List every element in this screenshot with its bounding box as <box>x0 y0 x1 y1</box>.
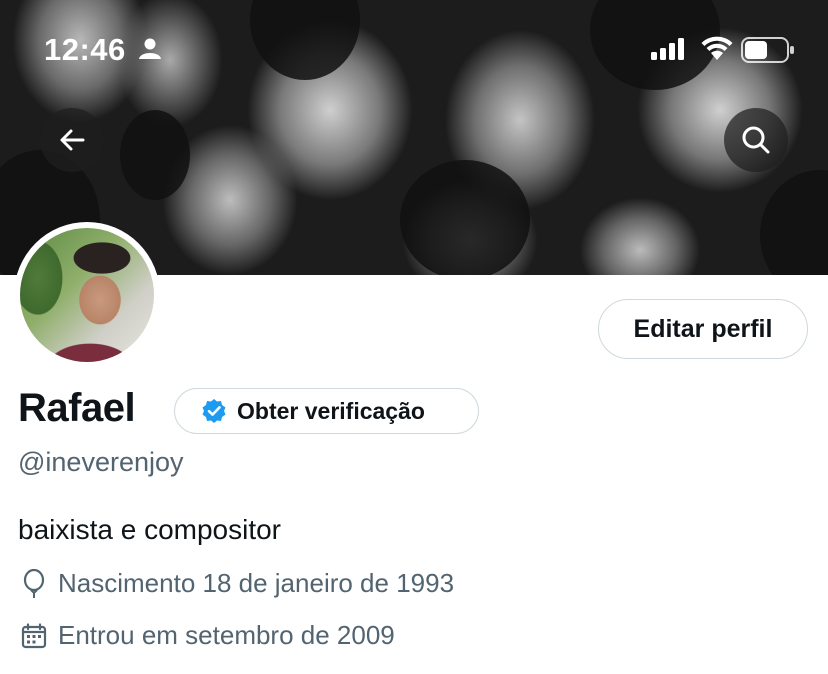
status-bar: 12:46 <box>0 0 828 100</box>
avatar-frame <box>14 222 160 368</box>
calendar-icon <box>20 621 48 651</box>
search-icon <box>742 126 770 154</box>
get-verified-button[interactable]: Obter verificação <box>174 388 479 434</box>
profile-handle: @ineverenjoy <box>18 447 184 477</box>
search-button[interactable] <box>724 108 788 172</box>
profile-bio: baixista e compositor <box>18 514 282 545</box>
wifi-icon <box>700 35 734 66</box>
joined-date-row: Entrou em setembro de 2009 <box>20 620 395 651</box>
avatar[interactable] <box>20 228 154 362</box>
joined-date-text: Entrou em setembro de 2009 <box>58 620 395 650</box>
status-time: 12:46 <box>44 32 126 67</box>
birth-date-text: Nascimento 18 de janeiro de 1993 <box>58 568 455 598</box>
back-button[interactable] <box>40 108 104 172</box>
birth-date-row: Nascimento 18 de janeiro de 1993 <box>20 568 454 599</box>
balloon-icon <box>20 568 48 599</box>
profile-name: Rafael <box>18 386 136 430</box>
edit-profile-button[interactable]: Editar perfil <box>598 299 808 359</box>
battery-icon <box>741 37 795 68</box>
arrow-left-icon <box>60 129 85 151</box>
cellular-signal-icon <box>651 38 685 65</box>
verified-badge-icon <box>201 398 227 424</box>
person-icon <box>138 38 162 65</box>
get-verified-label: Obter verificação <box>237 397 425 424</box>
